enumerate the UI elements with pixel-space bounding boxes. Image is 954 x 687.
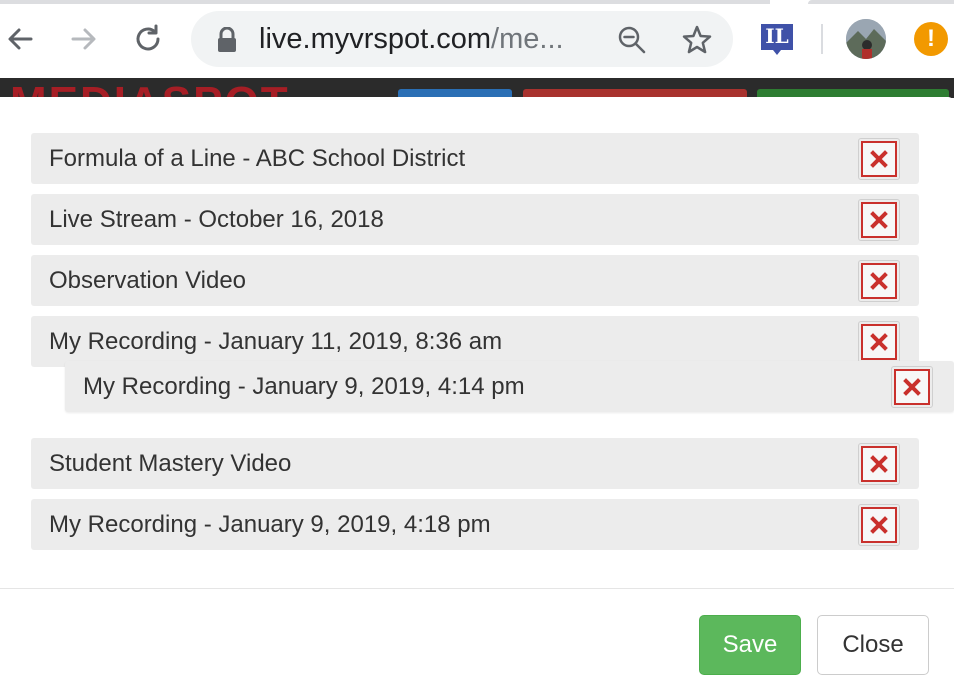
item-label: My Recording - January 9, 2019, 4:14 pm [83, 373, 525, 400]
delete-button[interactable] [858, 443, 900, 485]
item-label: My Recording - January 9, 2019, 4:18 pm [49, 511, 491, 538]
delete-button[interactable] [858, 138, 900, 180]
times-icon [870, 211, 888, 229]
forward-arrow-icon [71, 28, 96, 50]
delete-button[interactable] [858, 199, 900, 241]
item-label: Live Stream - October 16, 2018 [49, 206, 384, 233]
extension-il-button[interactable]: IL [759, 21, 795, 57]
list-item[interactable]: Student Mastery Video [31, 438, 919, 489]
alert-icon: ! [927, 25, 935, 52]
update-alert-button[interactable]: ! [914, 22, 948, 56]
item-label: Observation Video [49, 267, 247, 294]
site-header-strip: MEDIASPOT [0, 78, 954, 98]
tab-strip-edge [808, 0, 954, 4]
close-button-label: Close [842, 631, 904, 658]
url-path: /me... [491, 23, 564, 55]
bookmark-star-icon[interactable] [680, 23, 714, 57]
save-button[interactable]: Save [699, 615, 801, 675]
save-button-label: Save [722, 631, 778, 658]
reload-icon [136, 24, 160, 51]
times-icon [870, 516, 888, 534]
item-label: Formula of a Line - ABC School District [49, 145, 466, 172]
times-icon [870, 272, 888, 290]
address-url[interactable]: live.myvrspot.com/me... [259, 22, 577, 56]
lock-icon[interactable] [214, 26, 240, 54]
back-arrow-icon [8, 28, 33, 50]
list-item[interactable]: My Recording - January 11, 2019, 8:36 am [31, 316, 919, 367]
times-icon [870, 455, 888, 473]
tab-strip-edge [0, 0, 770, 4]
profile-avatar[interactable] [846, 19, 886, 59]
close-button[interactable]: Close [817, 615, 929, 675]
list-item[interactable]: Observation Video [31, 255, 919, 306]
delete-button[interactable] [891, 366, 933, 408]
list-item[interactable]: My Recording - January 9, 2019, 4:18 pm [31, 499, 919, 550]
delete-button[interactable] [858, 504, 900, 546]
profile-photo-icon [846, 19, 886, 59]
delete-button[interactable] [858, 321, 900, 363]
forward-button[interactable] [64, 19, 104, 59]
reload-button[interactable] [128, 19, 168, 59]
modal-footer-divider [0, 588, 954, 589]
toolbar-separator [821, 24, 823, 54]
list-item-dragging[interactable]: My Recording - January 9, 2019, 4:14 pm [65, 361, 954, 412]
times-icon [903, 378, 921, 396]
times-icon [870, 150, 888, 168]
back-button[interactable] [0, 19, 40, 59]
times-icon [870, 333, 888, 351]
site-logo: MEDIASPOT [10, 81, 290, 99]
item-label: My Recording - January 11, 2019, 8:36 am [49, 328, 503, 355]
url-host: live.myvrspot.com [259, 23, 492, 55]
zoom-out-icon[interactable] [616, 24, 648, 56]
browser-toolbar: live.myvrspot.com/me... IL ! [0, 0, 954, 78]
extension-label: IL [765, 24, 789, 48]
list-item[interactable]: Live Stream - October 16, 2018 [31, 194, 919, 245]
item-label: Student Mastery Video [49, 450, 292, 477]
delete-button[interactable] [858, 260, 900, 302]
list-item[interactable]: Formula of a Line - ABC School District [31, 133, 919, 184]
